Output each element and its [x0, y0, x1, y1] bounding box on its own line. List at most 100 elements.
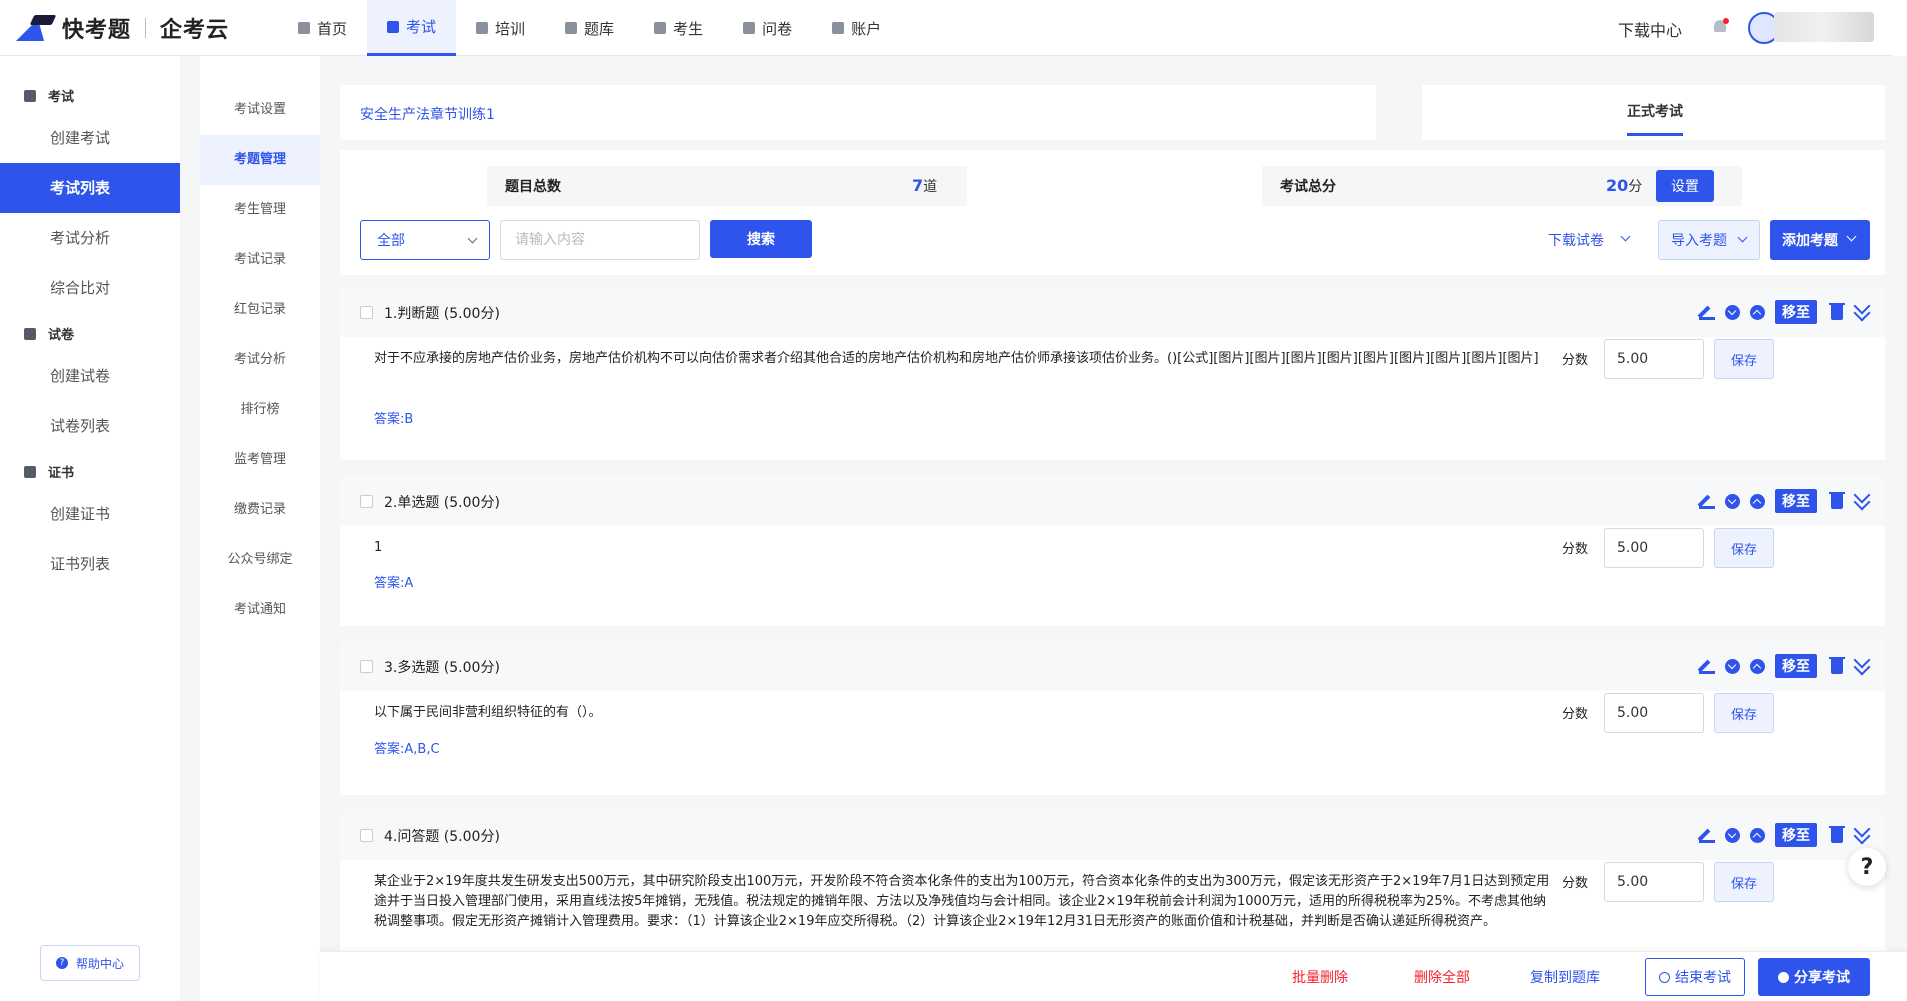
question-type-select[interactable]: 全部 [360, 220, 490, 260]
nav-training[interactable]: 培训 [456, 0, 545, 56]
sidebar-item-paper-list[interactable]: 试卷列表 [0, 401, 180, 451]
move-up-icon[interactable] [1750, 493, 1765, 509]
move-to-button[interactable]: 移至 [1775, 300, 1817, 324]
search-button[interactable]: 搜索 [710, 220, 812, 258]
add-question-dropdown[interactable]: 添加考题 [1770, 220, 1870, 260]
question-checkbox[interactable] [360, 306, 373, 319]
nav-survey[interactable]: 问卷 [723, 0, 812, 56]
nav-question-bank[interactable]: 题库 [545, 0, 634, 56]
edit-icon[interactable] [1699, 827, 1715, 843]
move-up-icon[interactable] [1750, 658, 1765, 674]
move-up-icon[interactable] [1750, 827, 1765, 843]
score-input[interactable] [1604, 339, 1704, 379]
nav-home[interactable]: 首页 [278, 0, 367, 56]
collapse-icon[interactable] [1853, 658, 1869, 674]
brand-logo[interactable]: 快考题 企考云 [15, 12, 229, 44]
save-score-button[interactable]: 保存 [1714, 862, 1774, 902]
sidebar-group-label: 试卷 [48, 328, 75, 343]
subnav-exam-analysis[interactable]: 考试分析 [200, 335, 320, 385]
nav-exam[interactable]: 考试 [367, 0, 457, 56]
trash-icon[interactable] [1829, 825, 1845, 843]
floating-help-button[interactable]: ? [1848, 848, 1886, 886]
search-input[interactable] [500, 220, 700, 260]
brand-divider [145, 18, 147, 38]
subnav-proctoring[interactable]: 监考管理 [200, 435, 320, 485]
question-checkbox[interactable] [360, 495, 373, 508]
batch-delete-button[interactable]: 批量删除 [1292, 967, 1348, 987]
edit-icon[interactable] [1699, 658, 1715, 674]
move-to-button[interactable]: 移至 [1775, 489, 1817, 513]
save-score-button[interactable]: 保存 [1714, 339, 1774, 379]
chevron-down-icon [467, 233, 478, 244]
download-center-link[interactable]: 下载中心 [1618, 17, 1682, 41]
help-center-button[interactable]: ? 帮助中心 [40, 945, 140, 981]
window-edge [1893, 0, 1907, 56]
sidebar-item-create-certificate[interactable]: 创建证书 [0, 489, 180, 539]
move-down-icon[interactable] [1725, 827, 1740, 843]
question-checkbox[interactable] [360, 829, 373, 842]
question-tools: 移至 [1689, 489, 1869, 513]
save-score-button[interactable]: 保存 [1714, 528, 1774, 568]
download-paper-dropdown[interactable]: 下载试卷 [1548, 230, 1631, 250]
score-input[interactable] [1604, 528, 1704, 568]
delete-all-button[interactable]: 删除全部 [1414, 967, 1470, 987]
save-score-button[interactable]: 保存 [1714, 693, 1774, 733]
collapse-icon[interactable] [1853, 493, 1869, 509]
score-input[interactable] [1604, 693, 1704, 733]
question-header: 3.多选题 (5.00分) 移至 [340, 641, 1885, 691]
score-input[interactable] [1604, 862, 1704, 902]
edit-icon[interactable] [1699, 304, 1715, 320]
subnav-leaderboard[interactable]: 排行榜 [200, 385, 320, 435]
edit-icon[interactable] [1699, 493, 1715, 509]
trash-icon[interactable] [1829, 491, 1845, 509]
subnav-wechat-binding[interactable]: 公众号绑定 [200, 535, 320, 585]
subnav-red-packet-records[interactable]: 红包记录 [200, 285, 320, 335]
sidebar-item-create-exam[interactable]: 创建考试 [0, 113, 180, 163]
nav-examinees[interactable]: 考生 [634, 0, 723, 56]
collapse-icon[interactable] [1853, 827, 1869, 843]
username-blurred[interactable] [1774, 12, 1874, 42]
import-questions-label: 导入考题 [1671, 233, 1727, 249]
subnav-examinee-management[interactable]: 考生管理 [200, 185, 320, 235]
settings-button[interactable]: 设置 [1656, 170, 1714, 202]
sidebar: 考试 创建考试 考试列表 考试分析 综合比对 试卷 创建试卷 试卷列表 证书 创… [0, 56, 180, 1001]
question-tools: 移至 [1689, 654, 1869, 678]
exam-group-icon [24, 89, 36, 102]
subnav-question-management[interactable]: 考题管理 [200, 135, 320, 185]
sidebar-group-exam: 考试 [24, 86, 74, 105]
move-up-icon[interactable] [1750, 304, 1765, 320]
trash-icon[interactable] [1829, 302, 1845, 320]
sidebar-item-certificate-list[interactable]: 证书列表 [0, 539, 180, 589]
copy-to-bank-button[interactable]: 复制到题库 [1530, 967, 1600, 987]
bell-icon[interactable] [1712, 18, 1729, 36]
subnav-payment-records[interactable]: 缴费记录 [200, 485, 320, 535]
sidebar-item-exam-analysis[interactable]: 考试分析 [0, 213, 180, 263]
collapse-icon[interactable] [1853, 304, 1869, 320]
move-to-button[interactable]: 移至 [1775, 823, 1817, 847]
nav-label: 考生 [673, 19, 704, 38]
subnav-exam-settings[interactable]: 考试设置 [200, 85, 320, 135]
tab-formal-exam[interactable]: 正式考试 [1627, 101, 1683, 136]
sidebar-item-compare[interactable]: 综合比对 [0, 263, 180, 313]
question-card: 2.单选题 (5.00分) 移至 1 答案:A 分数 保存 [340, 476, 1885, 626]
total-questions-number: 7 [912, 176, 924, 195]
trash-icon[interactable] [1829, 656, 1845, 674]
total-questions-value: 7道 [912, 176, 937, 196]
move-down-icon[interactable] [1725, 658, 1740, 674]
subnav-exam-notice[interactable]: 考试通知 [200, 585, 320, 635]
share-exam-button[interactable]: 分享考试 [1758, 958, 1870, 996]
question-type-score: 3.多选题 (5.00分) [384, 660, 500, 676]
move-to-button[interactable]: 移至 [1775, 654, 1817, 678]
nav-label: 首页 [317, 19, 348, 38]
sidebar-item-create-paper[interactable]: 创建试卷 [0, 351, 180, 401]
import-questions-dropdown[interactable]: 导入考题 [1658, 220, 1760, 260]
end-exam-button[interactable]: 结束考试 [1645, 958, 1745, 996]
subnav-exam-records[interactable]: 考试记录 [200, 235, 320, 285]
question-type-score: 4.问答题 (5.00分) [384, 829, 500, 845]
sidebar-item-exam-list[interactable]: 考试列表 [0, 163, 180, 213]
top-navbar: 快考题 企考云 首页 考试 培训 题库 考生 问卷 账户 下载中心 [0, 0, 1907, 56]
move-down-icon[interactable] [1725, 304, 1740, 320]
move-down-icon[interactable] [1725, 493, 1740, 509]
question-checkbox[interactable] [360, 660, 373, 673]
nav-account[interactable]: 账户 [812, 0, 901, 56]
